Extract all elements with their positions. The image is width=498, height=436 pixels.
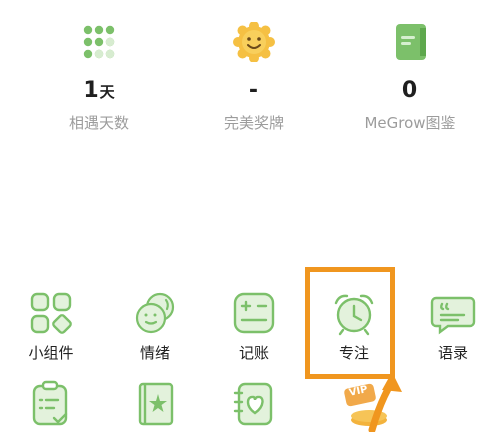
tool-star-book[interactable] bbox=[112, 380, 198, 426]
tool-emotion[interactable]: 情绪 bbox=[112, 290, 198, 363]
tool-bookkeeping[interactable]: 记账 bbox=[211, 290, 297, 363]
heart-notebook-icon bbox=[231, 380, 277, 426]
stat-value: - bbox=[248, 78, 259, 103]
widgets-icon bbox=[28, 290, 74, 336]
checklist-clipboard-icon bbox=[28, 380, 74, 426]
tool-label: 情绪 bbox=[139, 344, 170, 362]
pointer-arrow-icon bbox=[362, 372, 432, 434]
tool-widgets[interactable]: 小组件 bbox=[8, 290, 94, 363]
quote-bubble-icon bbox=[430, 290, 476, 336]
stat-unit: 天 bbox=[99, 83, 115, 101]
stat-days-met[interactable]: 1天 相遇天数 bbox=[19, 22, 179, 133]
book-icon bbox=[388, 22, 432, 62]
calculator-icon bbox=[231, 290, 277, 336]
stat-label: 相遇天数 bbox=[68, 114, 129, 132]
tool-label: 记账 bbox=[238, 344, 269, 362]
star-book-icon bbox=[132, 380, 178, 426]
tool-quotes[interactable]: 语录 bbox=[410, 290, 496, 363]
highlight-box bbox=[305, 267, 395, 379]
stat-value: 0 bbox=[401, 78, 418, 103]
stat-megrow-collection[interactable]: 0 MeGrow图鉴 bbox=[330, 22, 490, 133]
tool-label: 小组件 bbox=[28, 344, 74, 362]
tool-checklist[interactable] bbox=[8, 380, 94, 426]
stat-value: 1 bbox=[83, 78, 99, 103]
tool-heart-notebook[interactable] bbox=[211, 380, 297, 426]
smiley-medal-icon bbox=[232, 21, 276, 63]
stat-label: 完美奖牌 bbox=[223, 114, 284, 132]
stat-perfect-medal[interactable]: - 完美奖牌 bbox=[174, 21, 334, 133]
emotion-faces-icon bbox=[132, 290, 178, 336]
stats-section: 1天 相遇天数 - 完美奖牌 0 MeGrow图鉴 bbox=[0, 0, 498, 150]
tool-label: 语录 bbox=[437, 344, 468, 362]
stat-label: MeGrow图鉴 bbox=[364, 114, 456, 132]
dots-grid-icon bbox=[77, 22, 121, 62]
